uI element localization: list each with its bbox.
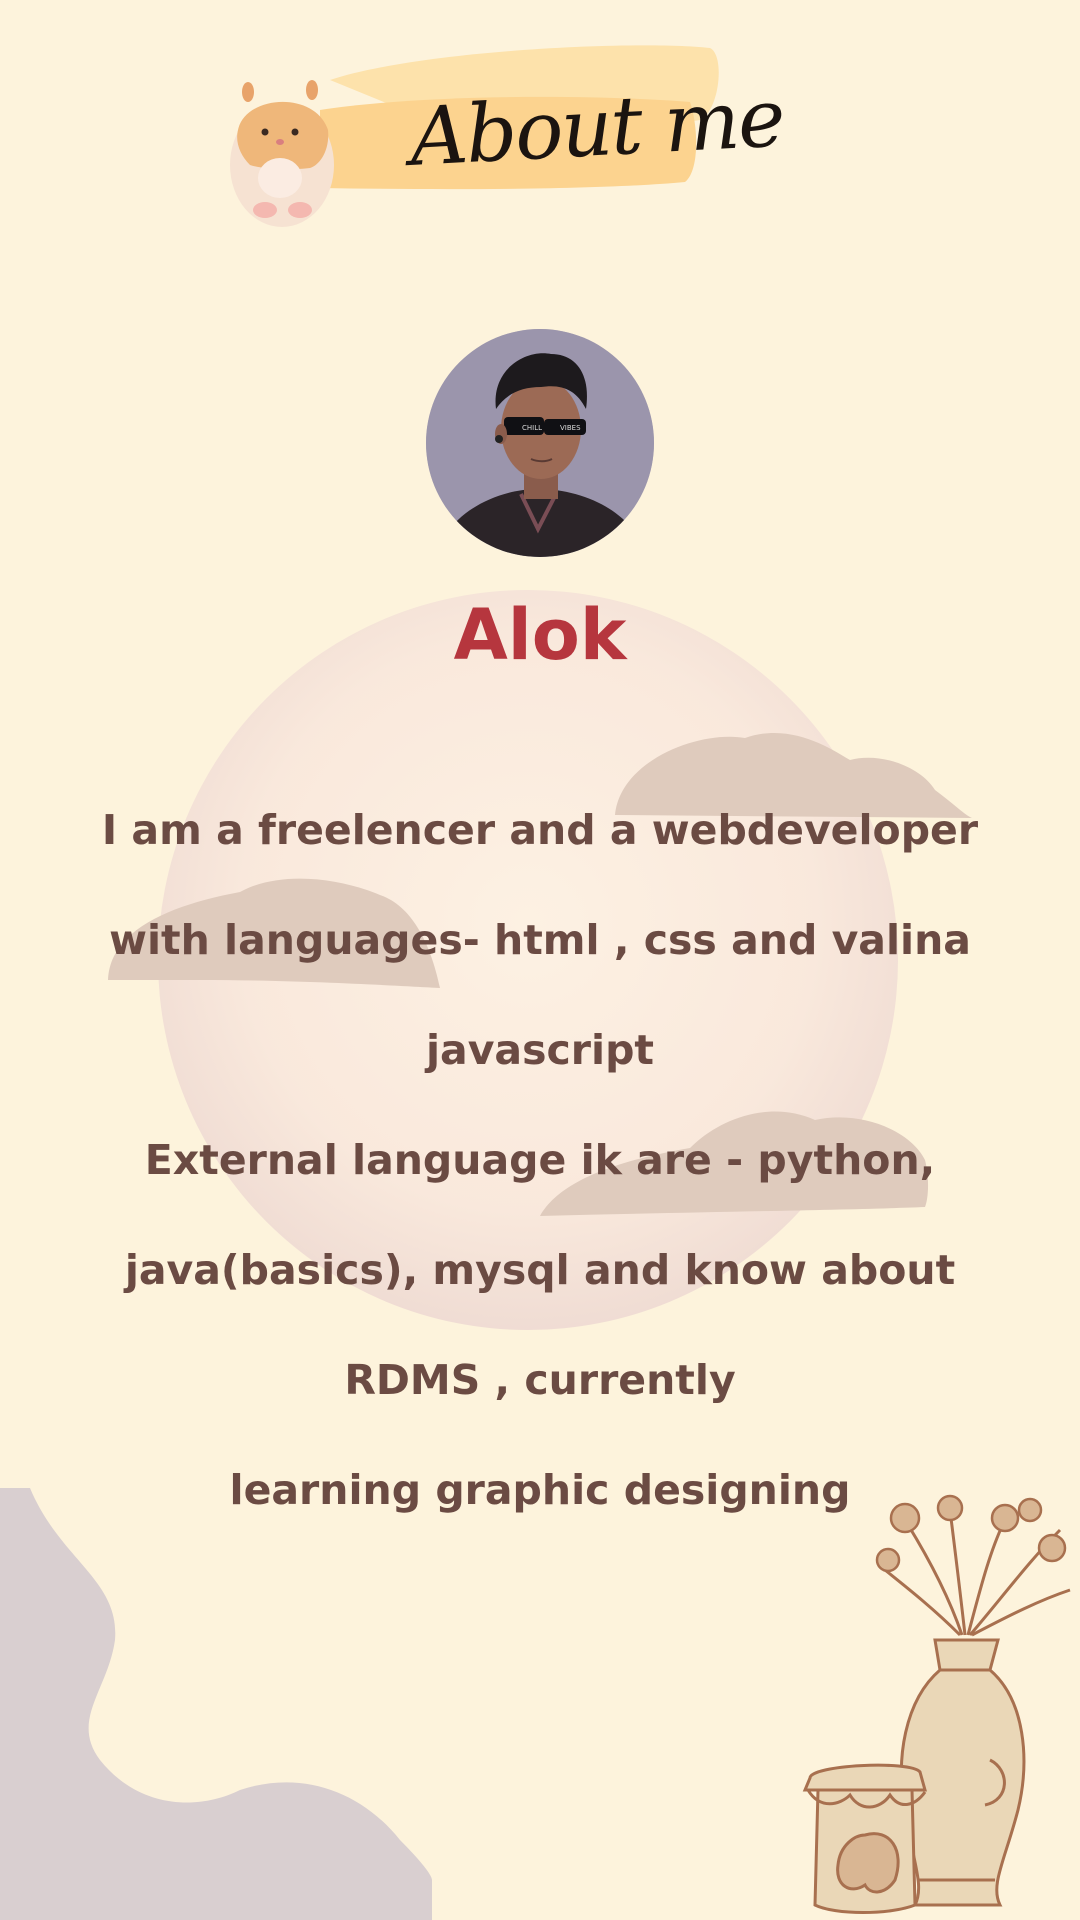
bio-line: I am a freelencer and a webdeveloper [101, 806, 979, 854]
header: About me [220, 40, 786, 240]
profile-photo: CHILL VIBES [426, 329, 654, 557]
bio-line: External language ik are - python, [144, 1136, 936, 1184]
hamster-icon [230, 80, 334, 227]
profile-name: Alok [453, 594, 627, 676]
bio-line: learning graphic designing [229, 1466, 851, 1514]
bio-line: RDMS , currently [344, 1356, 736, 1404]
bio-line: java(basics), mysql and know about [124, 1246, 956, 1294]
svg-text:CHILL: CHILL [522, 424, 542, 432]
bio-text: I am a freelencer and a webdeveloper wit… [60, 795, 1020, 1565]
svg-text:VIBES: VIBES [560, 424, 581, 432]
page-title: About me [407, 71, 786, 184]
avatar: CHILL VIBES [426, 329, 654, 557]
bio-line: javascript [425, 1026, 655, 1074]
bio-line: with languages- html , css and valina [109, 916, 971, 964]
strawberry-jar-icon [802, 1763, 927, 1914]
